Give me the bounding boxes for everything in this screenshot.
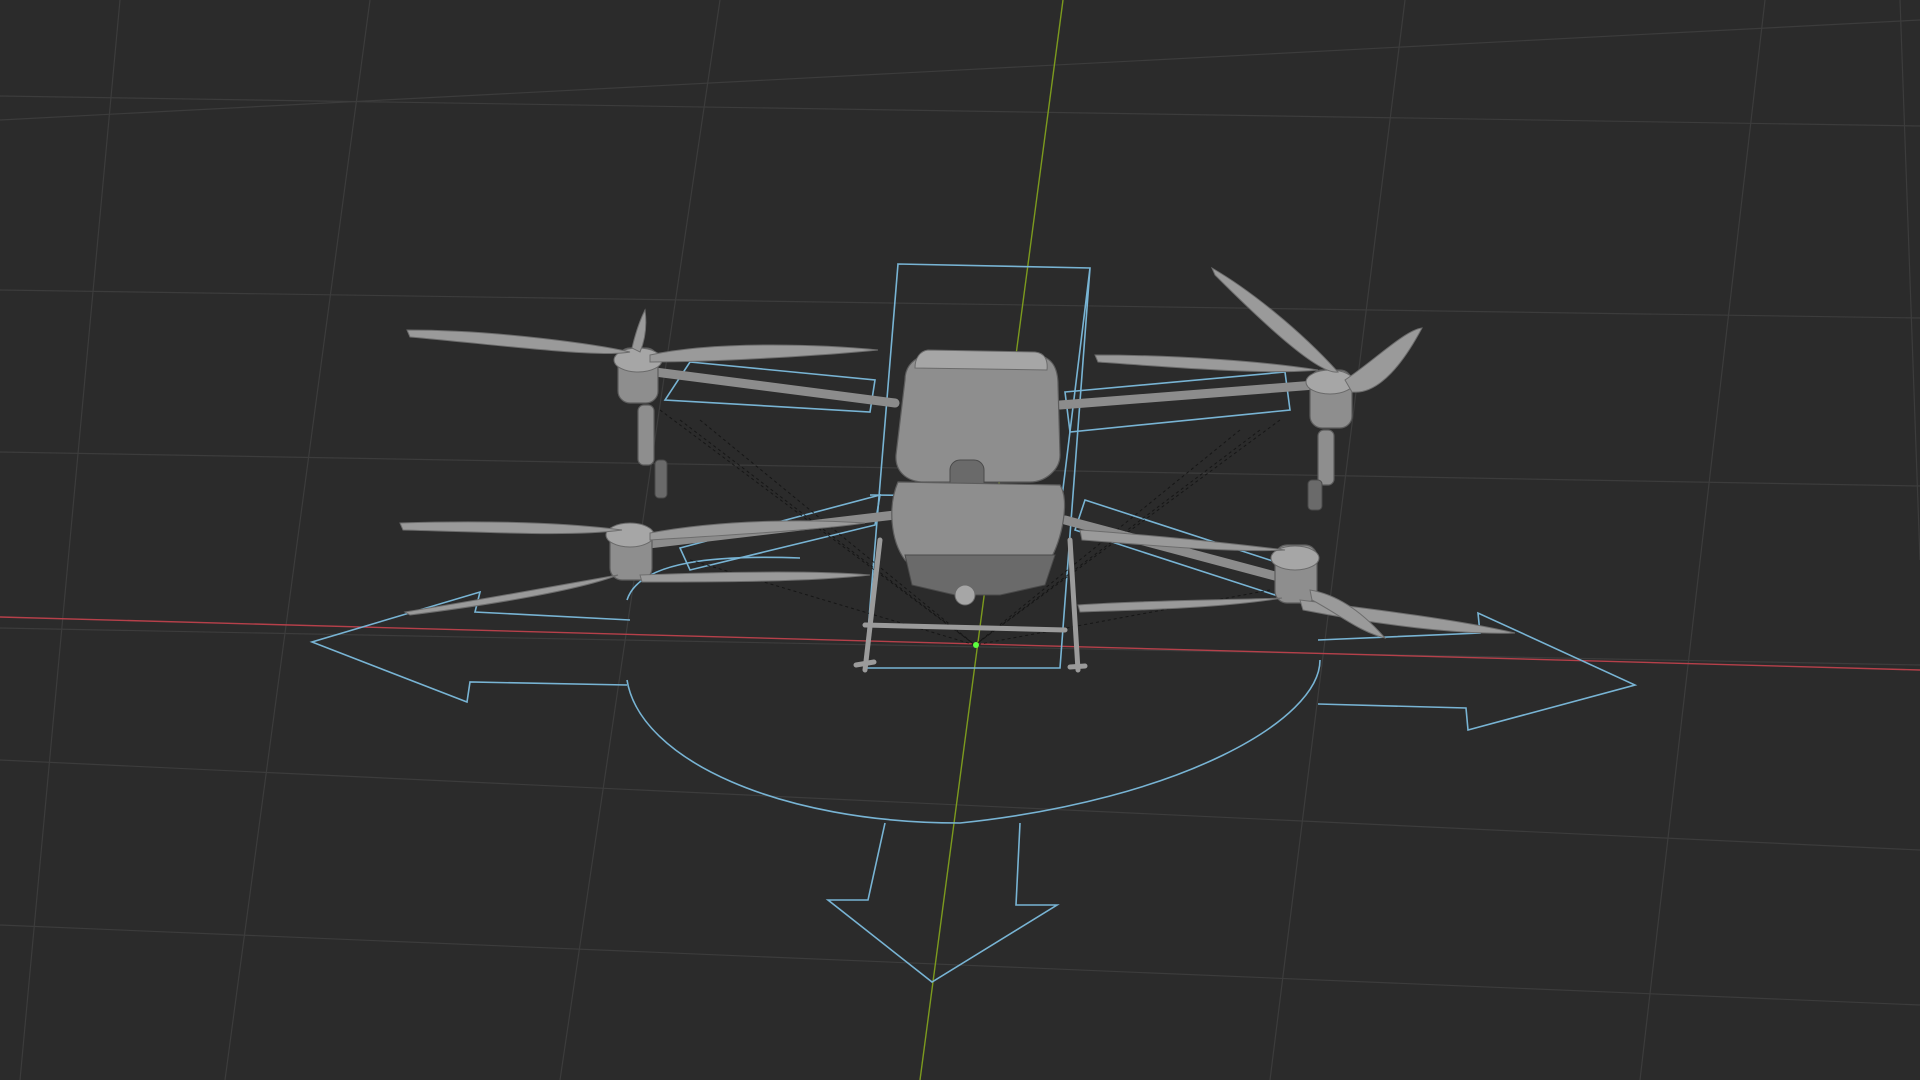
motor-front-left <box>605 522 655 581</box>
motor-rear-right <box>1305 369 1355 511</box>
arrow-down[interactable] <box>825 822 1060 983</box>
camera-gimbal-icon <box>954 584 976 606</box>
arm-rear-right <box>1055 380 1320 410</box>
arrow-left[interactable] <box>309 590 631 704</box>
drone-bottom-pods <box>904 554 1056 596</box>
drone-top-cap <box>914 349 1048 371</box>
3d-viewport[interactable] <box>0 0 1920 1080</box>
propeller-rear-right <box>1094 266 1423 393</box>
object-origin[interactable] <box>973 642 979 648</box>
arm-rear-left <box>650 367 900 408</box>
drone-model[interactable] <box>399 266 1516 673</box>
viewport-canvas[interactable] <box>0 0 1920 1080</box>
